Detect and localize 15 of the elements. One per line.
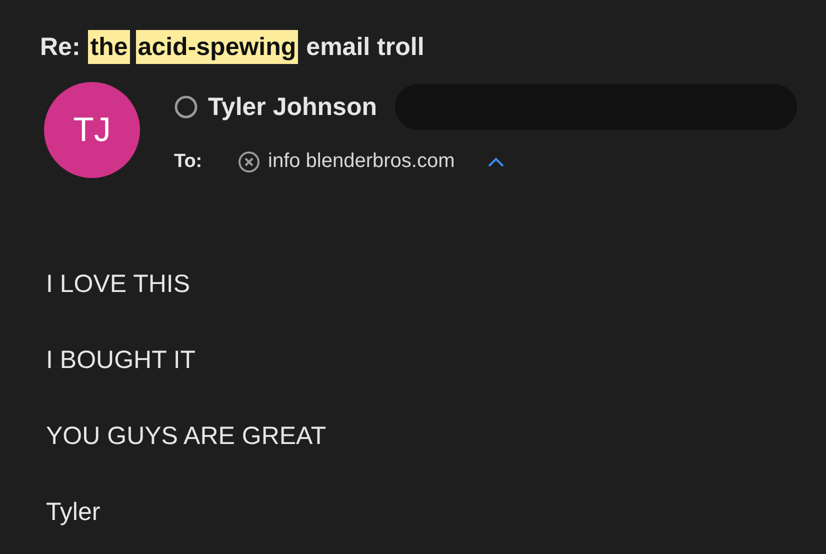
collapse-button[interactable] [486,156,505,168]
caret-icon [486,156,505,168]
remove-icon[interactable] [238,150,260,172]
subject-text: email troll [305,32,426,63]
message-line: I LOVE THIS [46,269,192,300]
sender-name: Tyler Johnson [208,92,378,123]
message-line: YOU GUYS ARE GREAT [46,421,328,452]
highlighted-subject-text: the [88,30,130,64]
message-line: I BOUGHT IT [46,345,197,376]
highlighted-subject-text: acid-spewing [136,30,298,64]
recipient-chip[interactable]: info blenderbros.com [238,150,455,173]
subject-text: Re: [39,32,82,63]
to-label: To: [174,150,204,172]
message-line: Tyler [46,497,102,528]
avatar: TJ [44,82,140,178]
